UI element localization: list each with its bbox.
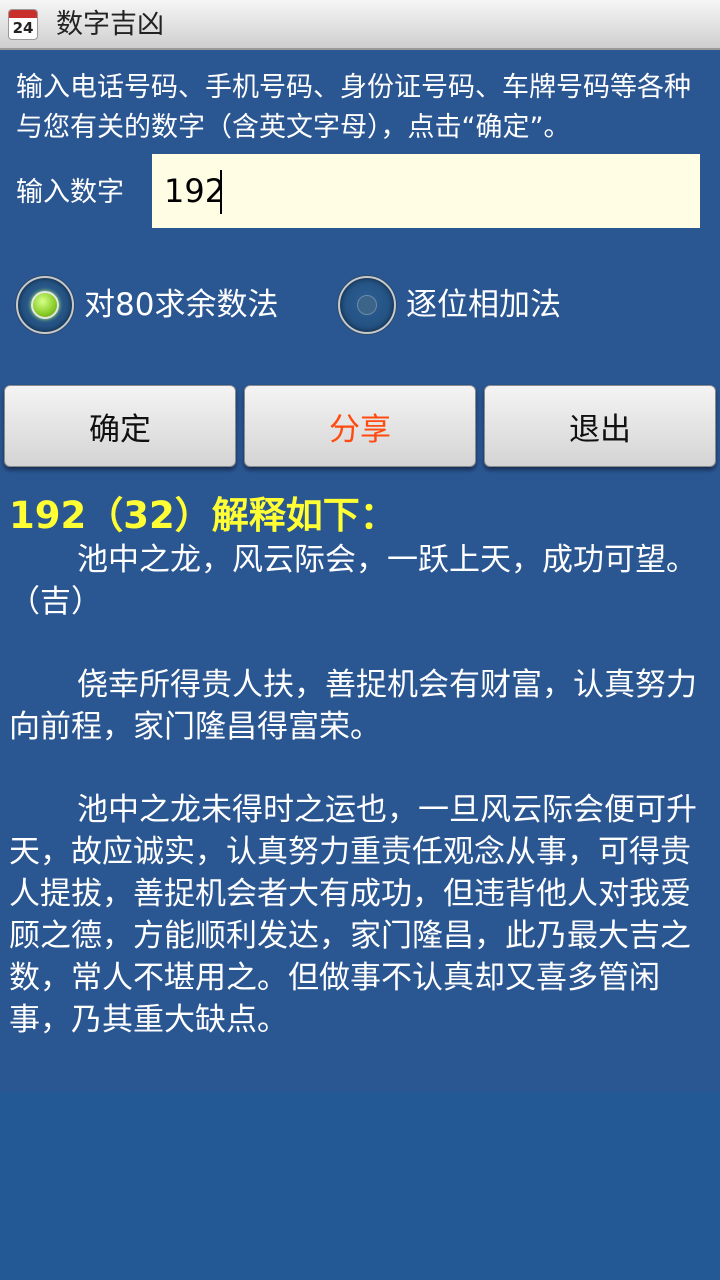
result-summary: 池中之龙，风云际会，一跃上天，成功可望。（吉） bbox=[9, 542, 697, 620]
share-button[interactable]: 分享 bbox=[244, 385, 476, 467]
calendar-icon: 24 bbox=[8, 9, 38, 40]
confirm-button[interactable]: 确定 bbox=[4, 385, 236, 467]
radio-digit-sum-label[interactable]: 逐位相加法 bbox=[406, 285, 561, 325]
text-caret bbox=[220, 170, 222, 214]
radio-selected-dot bbox=[31, 291, 59, 319]
calendar-day: 24 bbox=[12, 19, 34, 37]
radio-digit-sum[interactable]: 逐位相加法 bbox=[338, 273, 561, 337]
radio-unselected-dot bbox=[357, 295, 377, 315]
radio-button-icon[interactable] bbox=[16, 276, 74, 334]
exit-button[interactable]: 退出 bbox=[484, 385, 716, 467]
radio-mod80-label[interactable]: 对80求余数法 bbox=[84, 285, 278, 325]
number-input-label: 输入数字 bbox=[16, 177, 124, 208]
number-input[interactable] bbox=[152, 154, 700, 228]
radio-mod80[interactable]: 对80求余数法 bbox=[16, 273, 278, 337]
intro-text: 输入电话号码、手机号码、身份证号码、车牌号码等各种与您有关的数字（含英文字母），… bbox=[16, 72, 691, 143]
result-explanation: 池中之龙未得时之运也，一旦风云际会便可升天，故应诚实，认真努力重责任观念从事，可… bbox=[9, 792, 697, 1038]
result-title: 192（32）解释如下： bbox=[9, 494, 397, 537]
result-poem: 侥幸所得贵人扶，善捉机会有财富，认真努力向前程，家门隆昌得富荣。 bbox=[9, 667, 697, 745]
title-bar: 24 数字吉凶 bbox=[0, 0, 720, 50]
app-title: 数字吉凶 bbox=[56, 9, 164, 40]
radio-button-icon[interactable] bbox=[338, 276, 396, 334]
